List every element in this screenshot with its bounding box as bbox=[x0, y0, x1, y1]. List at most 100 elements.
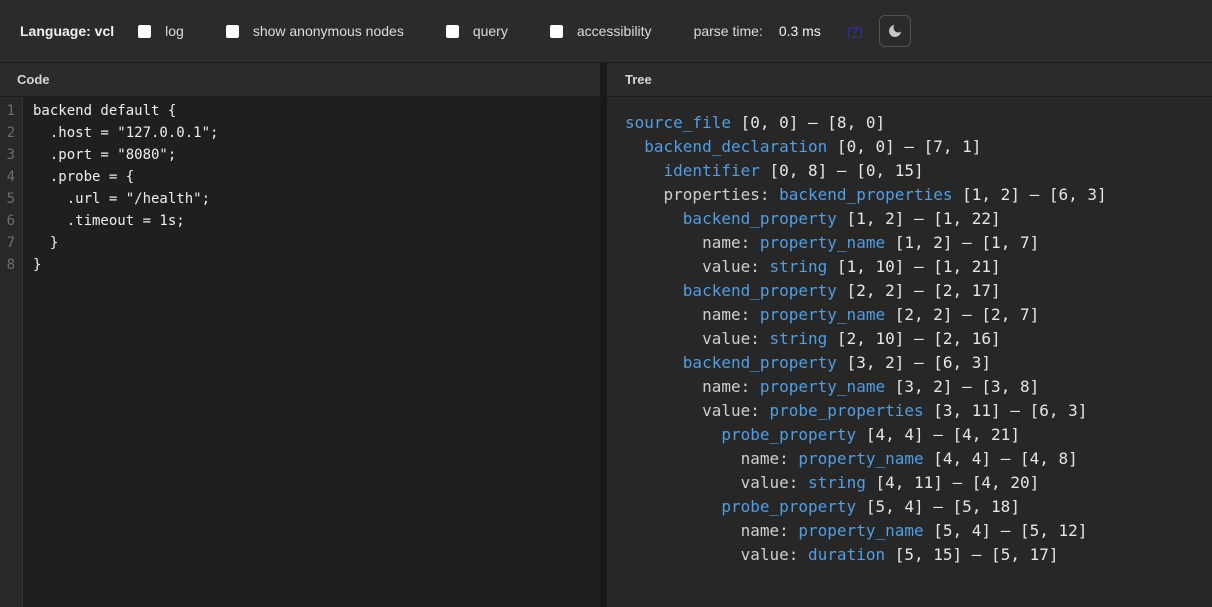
tree-node-link[interactable]: probe_property bbox=[721, 497, 856, 516]
tree-field-label: name: bbox=[741, 521, 799, 540]
tree-node-link[interactable]: probe_properties bbox=[770, 401, 924, 420]
tree-field-label: value: bbox=[702, 329, 769, 348]
code-line[interactable]: } bbox=[33, 254, 600, 276]
line-number: 2 bbox=[0, 122, 15, 144]
code-panel-title: Code bbox=[17, 72, 50, 87]
tree-node-range: [4, 4] – [4, 8] bbox=[924, 449, 1078, 468]
tree-node-link[interactable]: backend_property bbox=[683, 281, 837, 300]
theme-toggle-button[interactable] bbox=[879, 15, 911, 47]
split-panels: Code 12345678 backend default { .host = … bbox=[0, 63, 1212, 607]
tree-node-link[interactable]: source_file bbox=[625, 113, 731, 132]
anonymous-nodes-checkbox[interactable] bbox=[226, 25, 239, 38]
moon-icon bbox=[887, 23, 903, 39]
tree-node-link[interactable]: property_name bbox=[798, 449, 923, 468]
tree-node-row: name: property_name [2, 2] – [2, 7] bbox=[625, 303, 1212, 327]
tree-node-range: [1, 2] – [1, 7] bbox=[885, 233, 1039, 252]
code-line[interactable]: .url = "/health"; bbox=[33, 188, 600, 210]
tree-node-range: [2, 2] – [2, 7] bbox=[885, 305, 1039, 324]
anonymous-nodes-checkbox-label[interactable]: show anonymous nodes bbox=[253, 23, 404, 39]
line-number: 5 bbox=[0, 188, 15, 210]
accessibility-checkbox[interactable] bbox=[550, 25, 563, 38]
tree-field-label: properties: bbox=[664, 185, 780, 204]
tree-node-link[interactable]: duration bbox=[808, 545, 885, 564]
toolbar: Language: vcl log show anonymous nodes q… bbox=[0, 0, 1212, 63]
tree-node-link[interactable]: backend_property bbox=[683, 353, 837, 372]
language-label: Language: vcl bbox=[20, 23, 114, 39]
tree-node-row: source_file [0, 0] – [8, 0] bbox=[625, 111, 1212, 135]
tree-node-range: [2, 10] – [2, 16] bbox=[827, 329, 1000, 348]
tree-node-row: backend_declaration [0, 0] – [7, 1] bbox=[625, 135, 1212, 159]
tree-field-label: value: bbox=[741, 473, 808, 492]
tree-node-row: backend_property [3, 2] – [6, 3] bbox=[625, 351, 1212, 375]
tree-node-link[interactable]: identifier bbox=[664, 161, 760, 180]
tree-node-row: value: string [1, 10] – [1, 21] bbox=[625, 255, 1212, 279]
code-line[interactable]: .host = "127.0.0.1"; bbox=[33, 122, 600, 144]
panel-divider[interactable] bbox=[600, 63, 607, 607]
line-number: 3 bbox=[0, 144, 15, 166]
tree-node-row: name: property_name [1, 2] – [1, 7] bbox=[625, 231, 1212, 255]
code-line[interactable]: .probe = { bbox=[33, 166, 600, 188]
query-checkbox-label[interactable]: query bbox=[473, 23, 508, 39]
tree-node-row: name: property_name [3, 2] – [3, 8] bbox=[625, 375, 1212, 399]
tree-panel-title: Tree bbox=[625, 72, 652, 87]
log-checkbox[interactable] bbox=[138, 25, 151, 38]
tree-node-link[interactable]: property_name bbox=[760, 377, 885, 396]
code-line[interactable]: .port = "8080"; bbox=[33, 144, 600, 166]
line-numbers: 12345678 bbox=[0, 97, 23, 607]
tree-node-link[interactable]: probe_property bbox=[721, 425, 856, 444]
tree-node-row: value: string [4, 11] – [4, 20] bbox=[625, 471, 1212, 495]
code-line[interactable]: backend default { bbox=[33, 100, 600, 122]
tree-field-label: value: bbox=[702, 257, 769, 276]
tree-node-link[interactable]: property_name bbox=[760, 305, 885, 324]
tree-node-row: properties: backend_properties [1, 2] – … bbox=[625, 183, 1212, 207]
code-line[interactable]: .timeout = 1s; bbox=[33, 210, 600, 232]
line-number: 1 bbox=[0, 100, 15, 122]
line-number: 7 bbox=[0, 232, 15, 254]
tree-field-label: name: bbox=[741, 449, 799, 468]
tree-node-range: [3, 2] – [3, 8] bbox=[885, 377, 1039, 396]
tree-node-range: [5, 15] – [5, 17] bbox=[885, 545, 1058, 564]
tree-node-row: name: property_name [5, 4] – [5, 12] bbox=[625, 519, 1212, 543]
tree-node-range: [0, 8] – [0, 15] bbox=[760, 161, 924, 180]
tree-node-range: [3, 2] – [6, 3] bbox=[837, 353, 991, 372]
tree-node-range: [1, 2] – [6, 3] bbox=[953, 185, 1107, 204]
tree-field-label: name: bbox=[702, 305, 760, 324]
tree-field-label: name: bbox=[702, 233, 760, 252]
code-editor[interactable]: 12345678 backend default { .host = "127.… bbox=[0, 97, 600, 607]
tree-node-range: [4, 4] – [4, 21] bbox=[856, 425, 1020, 444]
tree-node-range: [3, 11] – [6, 3] bbox=[924, 401, 1088, 420]
query-checkbox[interactable] bbox=[446, 25, 459, 38]
tree-node-link[interactable]: property_name bbox=[760, 233, 885, 252]
tree-node-range: [2, 2] – [2, 17] bbox=[837, 281, 1001, 300]
tree-field-label: value: bbox=[702, 401, 769, 420]
tree-panel-header: Tree bbox=[607, 63, 1212, 97]
tree-node-range: [0, 0] – [8, 0] bbox=[731, 113, 885, 132]
tree-panel: Tree source_file [0, 0] – [8, 0]backend_… bbox=[607, 63, 1212, 607]
tree-rows: source_file [0, 0] – [8, 0]backend_decla… bbox=[607, 97, 1212, 607]
parse-time-value: 0.3 ms bbox=[779, 23, 821, 39]
tree-node-link[interactable]: string bbox=[770, 329, 828, 348]
code-lines[interactable]: backend default { .host = "127.0.0.1"; .… bbox=[23, 97, 600, 607]
query-checkbox-group: query bbox=[446, 23, 508, 39]
tree-node-link[interactable]: string bbox=[770, 257, 828, 276]
tree-node-link[interactable]: backend_property bbox=[683, 209, 837, 228]
line-number: 6 bbox=[0, 210, 15, 232]
tree-node-range: [4, 11] – [4, 20] bbox=[866, 473, 1039, 492]
tree-node-link[interactable]: property_name bbox=[798, 521, 923, 540]
code-line[interactable]: } bbox=[33, 232, 600, 254]
tree-node-link[interactable]: string bbox=[808, 473, 866, 492]
tree-node-range: [1, 10] – [1, 21] bbox=[827, 257, 1000, 276]
tree-node-row: backend_property [2, 2] – [2, 17] bbox=[625, 279, 1212, 303]
accessibility-checkbox-label[interactable]: accessibility bbox=[577, 23, 652, 39]
tree-node-row: probe_property [5, 4] – [5, 18] bbox=[625, 495, 1212, 519]
tree-node-range: [0, 0] – [7, 1] bbox=[827, 137, 981, 156]
help-link[interactable]: (?) bbox=[847, 24, 863, 39]
tree-node-row: identifier [0, 8] – [0, 15] bbox=[625, 159, 1212, 183]
tree-field-label: value: bbox=[741, 545, 808, 564]
tree-node-link[interactable]: backend_properties bbox=[779, 185, 952, 204]
tree-node-link[interactable]: backend_declaration bbox=[644, 137, 827, 156]
tree-node-row: value: duration [5, 15] – [5, 17] bbox=[625, 543, 1212, 567]
log-checkbox-label[interactable]: log bbox=[165, 23, 184, 39]
tree-node-row: probe_property [4, 4] – [4, 21] bbox=[625, 423, 1212, 447]
accessibility-checkbox-group: accessibility bbox=[550, 23, 652, 39]
